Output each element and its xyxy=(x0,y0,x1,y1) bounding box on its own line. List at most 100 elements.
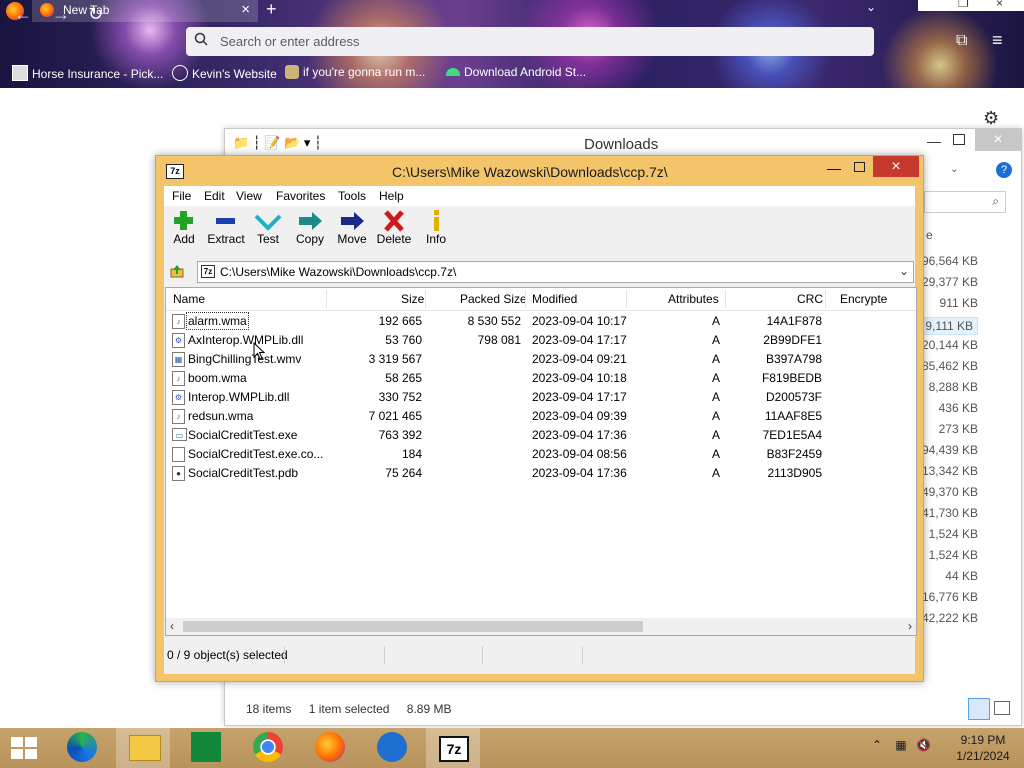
close-tab-icon[interactable]: × xyxy=(241,1,250,18)
file-row[interactable]: ♪ boom.wma 58 265 2023-09-04 10:18 A F81… xyxy=(166,369,916,388)
explorer-search-box[interactable]: ⌕ xyxy=(924,191,1006,213)
file-list[interactable]: Name Size Packed Size Modified Attribute… xyxy=(165,287,917,636)
windows-logo-icon xyxy=(11,749,23,759)
minimize-icon[interactable]: — xyxy=(927,133,941,149)
chevron-up-icon[interactable]: ⌃ xyxy=(872,738,882,752)
explorer-size-cell: 20,144 KB xyxy=(921,338,978,352)
column-encrypted[interactable]: Encrypte xyxy=(840,292,887,306)
column-name[interactable]: Name xyxy=(173,292,205,306)
column-size[interactable]: Size xyxy=(401,292,424,306)
info-icon xyxy=(434,210,439,231)
file-row[interactable]: ▦ BingChillingTest.wmv 3 319 567 2023-09… xyxy=(166,350,916,369)
bookmark-item[interactable]: Horse Insurance - Pick... xyxy=(12,65,163,81)
explorer-column-header[interactable]: e xyxy=(926,228,933,242)
forward-arrow-icon[interactable]: → xyxy=(52,4,70,25)
delete-button[interactable]: Delete xyxy=(374,208,414,256)
menu-view[interactable]: View xyxy=(236,189,262,203)
windows-start-button[interactable] xyxy=(11,737,39,761)
column-packed-size[interactable]: Packed Size xyxy=(460,292,527,306)
column-divider[interactable] xyxy=(525,290,526,308)
close-icon[interactable]: × xyxy=(996,0,1003,10)
back-arrow-icon[interactable]: ← xyxy=(14,4,32,25)
explorer-size-cell: 44 KB xyxy=(945,569,978,583)
test-button[interactable]: Test xyxy=(248,208,288,256)
copy-button[interactable]: Copy xyxy=(290,208,330,256)
file-row[interactable]: ⚙ Interop.WMPLib.dll 330 752 2023-09-04 … xyxy=(166,388,916,407)
scroll-left-icon[interactable]: ‹ xyxy=(170,619,174,633)
volume-muted-icon[interactable]: 🔇 xyxy=(916,738,931,752)
menu-file[interactable]: File xyxy=(172,189,191,203)
help-icon[interactable]: ? xyxy=(996,162,1012,178)
column-divider[interactable] xyxy=(725,290,726,308)
chevron-down-icon[interactable]: ⌄ xyxy=(950,164,958,175)
up-folder-icon[interactable] xyxy=(170,264,184,278)
column-divider[interactable] xyxy=(425,290,426,308)
column-divider[interactable] xyxy=(326,290,327,308)
explorer-size-cell: 911 KB xyxy=(939,296,978,310)
chevron-down-icon[interactable]: ⌄ xyxy=(899,264,909,278)
address-combobox[interactable]: 7z C:\Users\Mike Wazowski\Downloads\ccp.… xyxy=(197,261,914,283)
column-modified[interactable]: Modified xyxy=(532,292,577,306)
close-icon[interactable]: × xyxy=(873,156,919,177)
bookmark-item[interactable]: if you're gonna run m... xyxy=(285,65,425,79)
column-divider[interactable] xyxy=(825,290,826,308)
file-row[interactable]: ♪ redsun.wma 7 021 465 2023-09-04 09:39 … xyxy=(166,407,916,426)
column-attributes[interactable]: Attributes xyxy=(668,292,719,306)
column-divider[interactable] xyxy=(626,290,627,308)
details-view-icon[interactable] xyxy=(968,698,990,720)
network-icon[interactable]: ▦ xyxy=(895,738,906,752)
file-row[interactable]: ● SocialCreditTest.pdb 75 264 2023-09-04… xyxy=(166,464,916,483)
column-crc[interactable]: CRC xyxy=(797,292,823,306)
scrollbar-thumb[interactable] xyxy=(183,621,643,632)
taskbar-store[interactable] xyxy=(178,728,232,768)
taskbar-firefox[interactable] xyxy=(302,728,356,768)
maximize-icon[interactable] xyxy=(953,134,965,145)
hamburger-menu-icon[interactable]: ≡ xyxy=(992,30,1003,51)
maximize-icon[interactable] xyxy=(854,162,865,172)
app-icon xyxy=(377,732,407,762)
taskbar-edge[interactable] xyxy=(54,728,108,768)
bookmark-item[interactable]: Kevin's Website xyxy=(172,65,277,81)
dll-file-icon: ⚙ xyxy=(172,333,185,348)
taskbar-chrome[interactable] xyxy=(240,728,294,768)
quick-access-toolbar[interactable]: 📁 ┆ 📝 📂 ▾ ┆ xyxy=(233,135,322,151)
taskbar-file-explorer[interactable] xyxy=(116,728,170,768)
info-button[interactable]: Info xyxy=(416,208,456,256)
system-tray[interactable]: ⌃ ▦ 🔇 xyxy=(872,738,931,752)
scroll-right-icon[interactable]: › xyxy=(908,619,912,633)
file-row[interactable]: SocialCreditTest.exe.co... 184 2023-09-0… xyxy=(166,445,916,464)
chrome-icon xyxy=(253,732,283,762)
file-row[interactable]: ♪ alarm.wma 192 665 8 530 552 2023-09-04… xyxy=(166,312,916,331)
gear-icon[interactable]: ⚙ xyxy=(983,108,999,129)
menu-tools[interactable]: Tools xyxy=(338,189,366,203)
system-clock[interactable]: 9:19 PM 1/21/2024 xyxy=(948,732,1018,764)
file-row[interactable]: ⚙ AxInterop.WMPLib.dll 53 760 798 081 20… xyxy=(166,331,916,350)
url-bar[interactable]: Search or enter address xyxy=(186,27,874,56)
close-icon[interactable]: × xyxy=(975,129,1021,151)
move-button[interactable]: Move xyxy=(332,208,372,256)
menu-edit[interactable]: Edit xyxy=(204,189,225,203)
file-row[interactable]: ▭ SocialCreditTest.exe 763 392 2023-09-0… xyxy=(166,426,916,445)
new-tab-button[interactable]: + xyxy=(266,0,277,20)
explorer-size-cell: 13,342 KB xyxy=(921,464,978,478)
extract-button[interactable]: Extract xyxy=(206,208,246,256)
taskbar-7zip[interactable]: 7z xyxy=(426,728,480,768)
sevenzip-window: 7z C:\Users\Mike Wazowski\Downloads\ccp.… xyxy=(155,155,924,682)
taskbar-app[interactable] xyxy=(364,728,418,768)
large-icons-view-icon[interactable] xyxy=(994,701,1010,715)
chevron-down-icon[interactable]: ⌄ xyxy=(866,0,876,14)
add-button[interactable]: Add xyxy=(164,208,204,256)
menu-help[interactable]: Help xyxy=(379,189,404,203)
menu-favorites[interactable]: Favorites xyxy=(276,189,325,203)
bookmark-item[interactable]: Download Android St... xyxy=(446,65,586,79)
item-count: 18 items xyxy=(246,702,292,716)
horizontal-scrollbar[interactable]: ‹ › xyxy=(166,618,916,635)
extensions-icon[interactable]: ⧉ xyxy=(956,32,967,50)
explorer-size-cell: 96,564 KB xyxy=(921,254,978,268)
mouse-cursor-icon xyxy=(253,342,265,360)
reload-icon[interactable]: ↻ xyxy=(88,4,103,25)
minimize-icon[interactable]: — xyxy=(827,160,841,176)
explorer-title: Downloads xyxy=(584,136,659,153)
explorer-size-cell: 436 KB xyxy=(938,401,978,415)
restore-icon[interactable]: ❐ xyxy=(958,0,969,10)
